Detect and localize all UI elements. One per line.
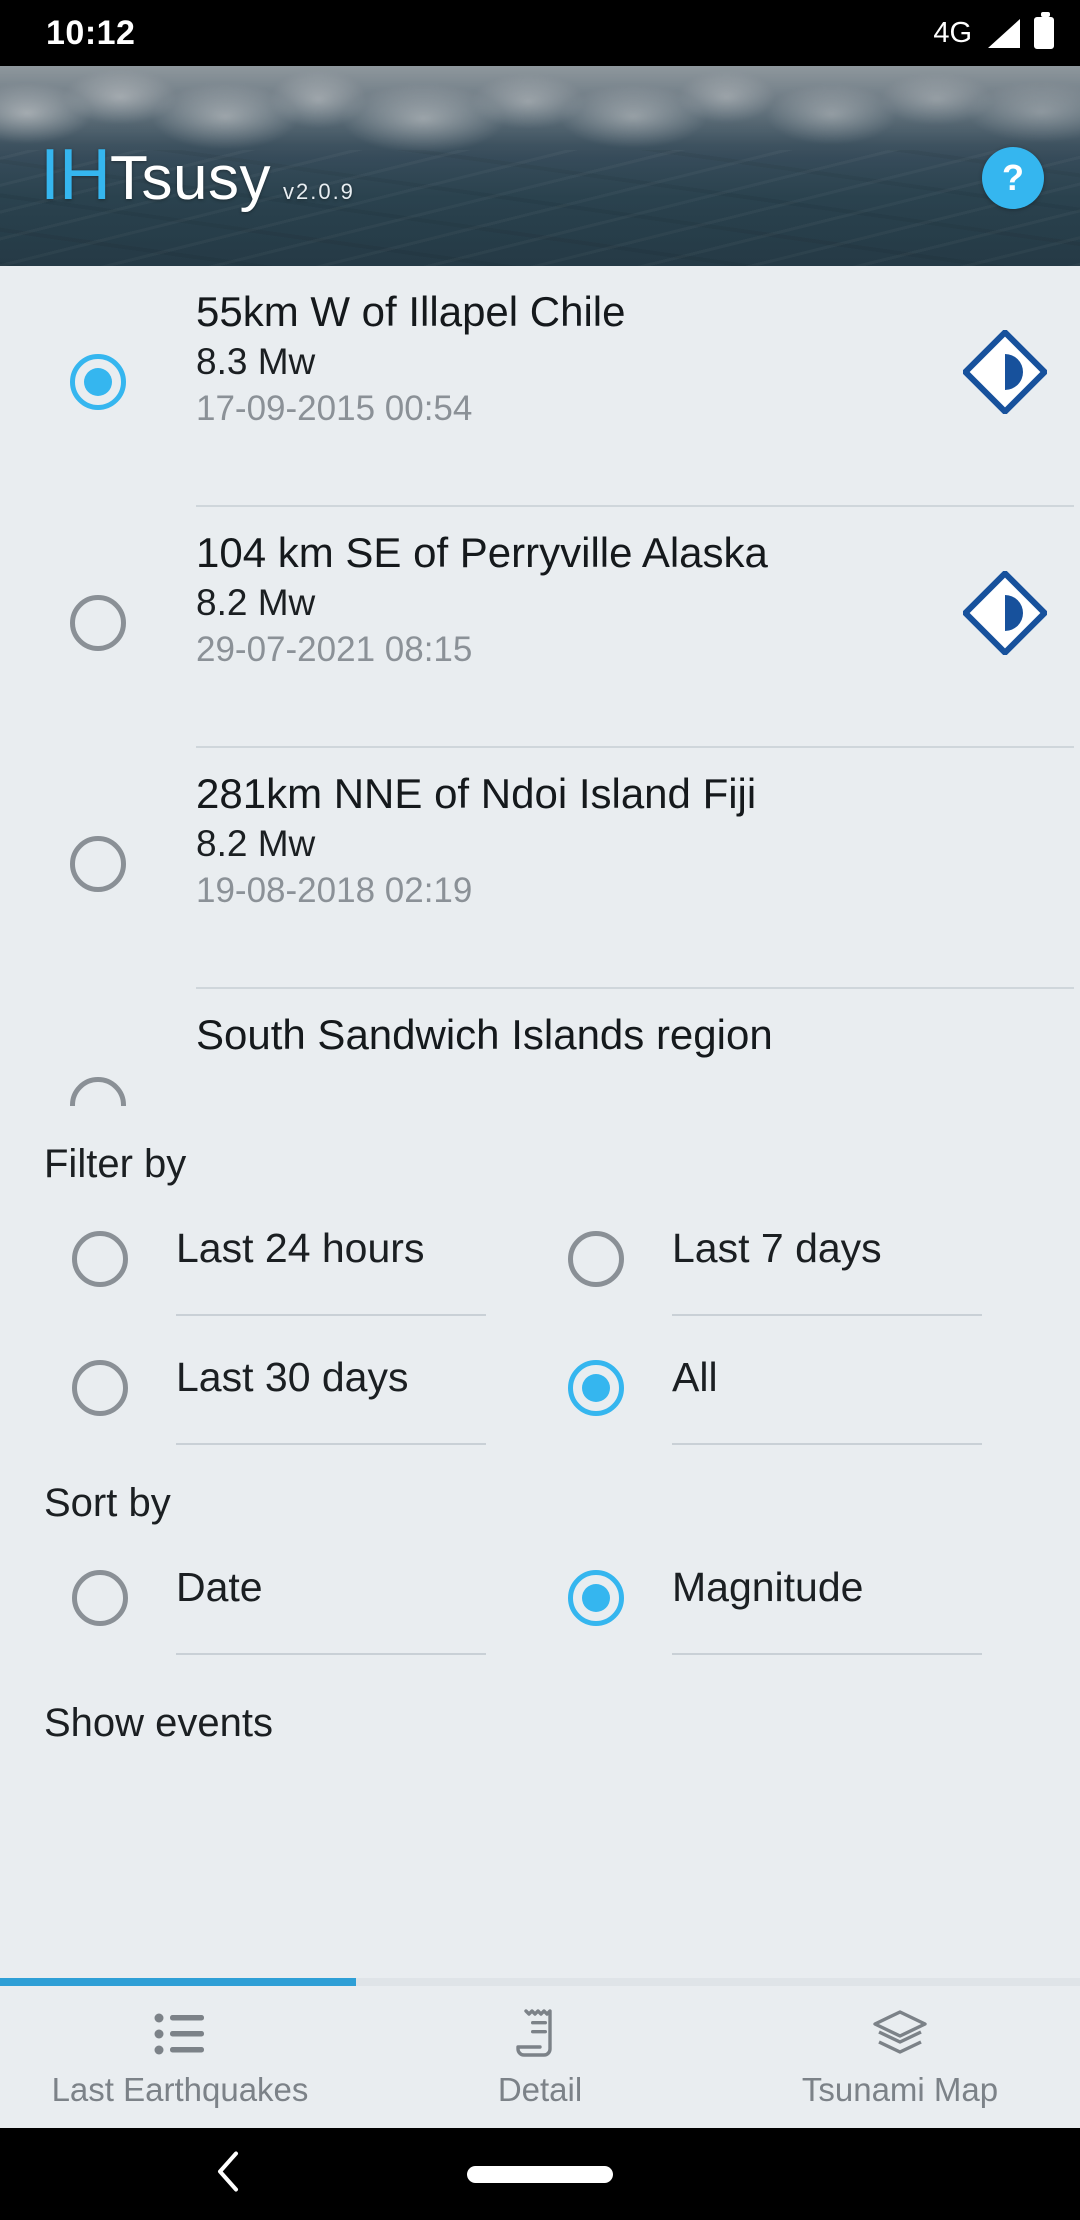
status-bar: 10:12 4G	[0, 0, 1080, 66]
app-version-label: v2.0.9	[282, 179, 355, 204]
logo-name-text: Tsusy	[110, 144, 271, 213]
home-pill-icon[interactable]	[467, 2165, 613, 2183]
filter-option-label: Last 30 days	[176, 1354, 409, 1401]
earthquake-radio-0[interactable]	[0, 288, 196, 410]
filter-options-grid: Last 24 hours Last 7 days Last 30 days A…	[44, 1187, 1036, 1446]
filter-option-label: All	[672, 1354, 718, 1401]
filter-option-last-30-days[interactable]: Last 30 days	[44, 1316, 540, 1446]
tsunami-diamond-icon[interactable]	[930, 529, 1080, 655]
radio-selected-icon[interactable]	[568, 1360, 624, 1417]
earthquake-icon-slot	[930, 770, 1080, 812]
radio-unselected-icon[interactable]	[72, 1570, 128, 1627]
sort-options-grid: Date Magnitude	[44, 1526, 1036, 1656]
earthquake-radio-1[interactable]	[0, 529, 196, 651]
earthquake-title: 55km W of Illapel Chile	[196, 288, 626, 335]
status-time: 10:12	[46, 13, 136, 52]
sort-option-magnitude[interactable]: Magnitude	[540, 1526, 1036, 1656]
sort-by-heading: Sort by	[44, 1481, 171, 1526]
list-bullets-icon	[153, 2005, 207, 2063]
progress-track	[0, 1978, 1080, 1986]
earthquake-title: 104 km SE of Perryville Alaska	[196, 529, 768, 576]
filter-sort-panel: Filter by Last 24 hours Last 7 days Last…	[0, 1106, 1080, 1986]
earthquake-title: South Sandwich Islands region	[196, 1011, 773, 1058]
filter-option-label: Last 24 hours	[176, 1225, 425, 1271]
filter-option-all[interactable]: All	[540, 1316, 1036, 1446]
option-underline	[672, 1443, 982, 1446]
bottom-navigation: Last Earthquakes Detail Tsunami Map	[0, 1986, 1080, 2128]
sort-option-date[interactable]: Date	[44, 1526, 540, 1656]
back-chevron-icon[interactable]	[212, 2148, 246, 2201]
status-icons: 4G	[933, 12, 1054, 50]
option-underline	[176, 1653, 486, 1656]
nav-item-last-earthquakes[interactable]: Last Earthquakes	[0, 1986, 360, 2128]
list-item[interactable]: South Sandwich Islands region	[0, 989, 1080, 1106]
radio-unselected-icon[interactable]	[568, 1231, 624, 1287]
signal-bars-icon	[986, 18, 1020, 48]
layers-icon	[871, 2005, 929, 2063]
earthquake-list[interactable]: 55km W of Illapel Chile 8.3 Mw 17-09-201…	[0, 266, 1080, 1106]
earthquake-magnitude: 8.2 Mw	[196, 582, 316, 624]
list-item[interactable]: 104 km SE of Perryville Alaska 8.2 Mw 29…	[0, 507, 1080, 748]
system-gesture-bar	[0, 2128, 1080, 2220]
earthquake-date: 29-07-2021 08:15	[196, 629, 473, 669]
radio-unselected-icon[interactable]	[72, 1360, 128, 1417]
tsunami-diamond-icon[interactable]	[930, 288, 1080, 414]
radio-selected-icon[interactable]	[568, 1570, 624, 1627]
list-item[interactable]: 281km NNE of Ndoi Island Fiji 8.2 Mw 19-…	[0, 748, 1080, 989]
earthquake-radio-3[interactable]	[0, 1011, 196, 1106]
app-header: IH Tsusy v2.0.9 ?	[0, 66, 1080, 266]
option-underline	[176, 1443, 486, 1446]
nav-label: Tsunami Map	[801, 2071, 999, 2108]
nav-label: Last Earthquakes	[51, 2071, 309, 2108]
app-logo: IH Tsusy v2.0.9	[40, 139, 355, 211]
earthquake-magnitude: 8.2 Mw	[196, 823, 316, 865]
option-underline	[672, 1653, 982, 1656]
logo-accent-text: IH	[40, 135, 111, 215]
radio-unselected-icon[interactable]	[70, 595, 126, 651]
nav-item-tsunami-map[interactable]: Tsunami Map	[720, 1986, 1080, 2128]
progress-fill	[0, 1978, 357, 1986]
show-events-button[interactable]: Show events	[44, 1701, 1036, 1746]
filter-option-last-24-hours[interactable]: Last 24 hours	[44, 1187, 540, 1317]
battery-full-icon	[1034, 12, 1054, 49]
radio-selected-icon[interactable]	[70, 354, 126, 410]
earthquake-radio-2[interactable]	[0, 770, 196, 892]
sort-option-label: Date	[176, 1564, 263, 1611]
earthquake-magnitude: 8.3 Mw	[196, 341, 316, 383]
filter-option-label: Last 7 days	[672, 1225, 882, 1271]
filter-by-heading: Filter by	[44, 1142, 187, 1186]
radio-unselected-icon[interactable]	[70, 836, 126, 892]
filter-option-last-7-days[interactable]: Last 7 days	[540, 1187, 1036, 1317]
sort-option-label: Magnitude	[672, 1564, 864, 1611]
earthquake-date: 17-09-2015 00:54	[196, 388, 473, 428]
nav-label: Detail	[497, 2071, 583, 2108]
nav-item-detail[interactable]: Detail	[360, 1986, 720, 2128]
receipt-icon	[515, 2005, 565, 2063]
network-type-label: 4G	[933, 16, 972, 49]
radio-unselected-icon[interactable]	[70, 1077, 126, 1106]
earthquake-title: 281km NNE of Ndoi Island Fiji	[196, 770, 757, 817]
radio-unselected-icon[interactable]	[72, 1231, 128, 1287]
help-button[interactable]: ?	[982, 147, 1044, 209]
list-item[interactable]: 55km W of Illapel Chile 8.3 Mw 17-09-201…	[0, 266, 1080, 507]
earthquake-icon-slot	[930, 1011, 1080, 1053]
app-root: 10:12 4G IH Tsusy v2.0.9 ? 55km W of Ill…	[0, 0, 1080, 2220]
earthquake-date: 19-08-2018 02:19	[196, 870, 473, 910]
